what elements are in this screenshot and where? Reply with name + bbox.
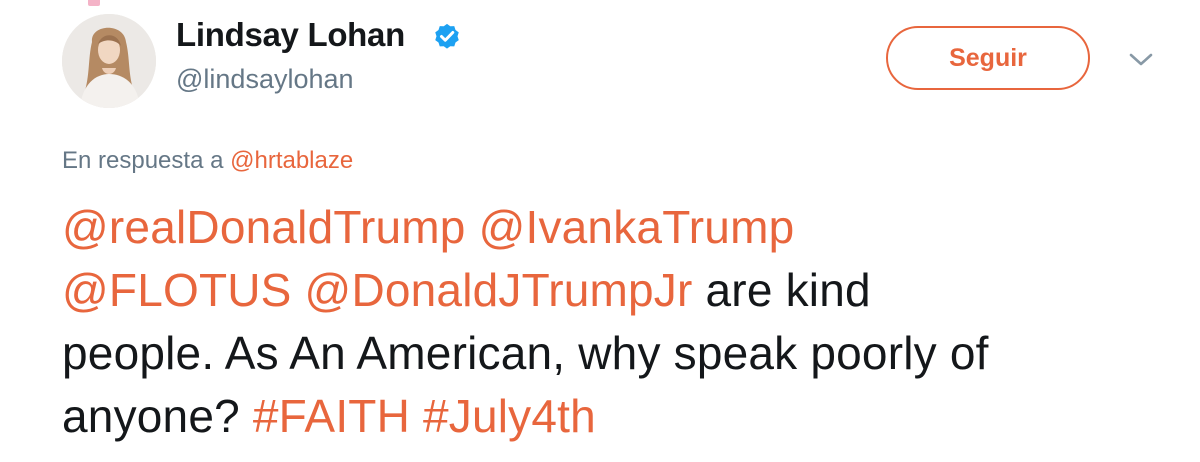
display-name[interactable]: Lindsay Lohan	[176, 14, 405, 56]
tweet-text-fragment: people. As An American, why speak poorly…	[62, 327, 989, 379]
hashtag-link[interactable]: #July4th	[423, 390, 596, 442]
tweet-line-1: @realDonaldTrump @IvankaTrump	[62, 196, 1172, 259]
hashtag-link[interactable]: #FAITH	[253, 390, 410, 442]
reply-context: En respuesta a @hrtablaze	[62, 145, 353, 177]
previous-tweet-edge	[0, 0, 1200, 6]
reply-prefix: En respuesta a	[62, 147, 224, 174]
reply-mention-link[interactable]: @hrtablaze	[230, 147, 353, 174]
mention-link[interactable]: @realDonaldTrump	[62, 201, 466, 253]
verified-badge-icon	[435, 23, 459, 49]
tweet-text-fragment: anyone?	[62, 390, 240, 442]
tweet-line-4: anyone? #FAITH #July4th	[62, 385, 1172, 448]
chevron-down-icon[interactable]	[1126, 50, 1156, 70]
tweet-line-3: people. As An American, why speak poorly…	[62, 322, 1172, 385]
follow-button[interactable]: Seguir	[886, 26, 1090, 90]
tweet-text-fragment: are kind	[705, 264, 871, 316]
tweet-line-2: @FLOTUS @DonaldJTrumpJr are kind	[62, 259, 1172, 322]
profile-photo	[62, 14, 156, 108]
mention-link[interactable]: @IvankaTrump	[479, 201, 795, 253]
mention-link[interactable]: @FLOTUS	[62, 264, 292, 316]
screen-name[interactable]: @lindsaylohan	[176, 62, 354, 96]
tweet-text: @realDonaldTrump @IvankaTrump @FLOTUS @D…	[62, 196, 1172, 448]
mention-link[interactable]: @DonaldJTrumpJr	[305, 264, 693, 316]
avatar[interactable]	[62, 14, 156, 108]
